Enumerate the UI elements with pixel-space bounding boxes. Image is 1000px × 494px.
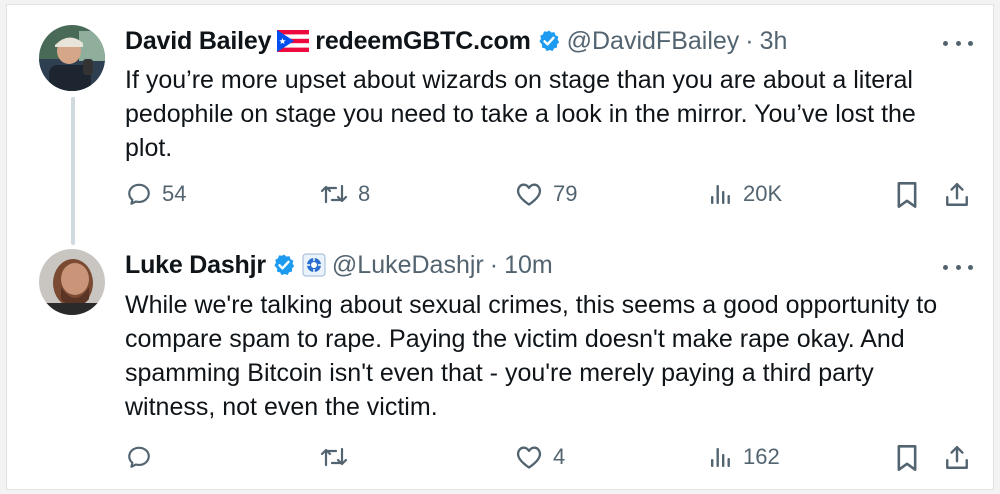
like-count: 79 [553, 181, 578, 206]
affiliate-badge-icon[interactable] [302, 253, 326, 277]
author-handle[interactable]: @DavidFBailey [567, 27, 740, 56]
share-icon [944, 181, 970, 209]
author-name[interactable]: Luke Dashjr [125, 251, 266, 280]
tweet-header: Luke Dashjr @LukeDashjr · 10m [125, 248, 553, 282]
views-button[interactable]: 162 [709, 444, 780, 470]
verified-badge-icon [272, 253, 296, 277]
tweet-thread: David Bailey redeemGBTC.com @DavidFBaile… [6, 4, 994, 490]
reply-count: 54 [162, 181, 187, 206]
bookmark-icon [895, 181, 919, 209]
analytics-icon [709, 444, 733, 470]
tweet-text: While we're talking about sexual crimes,… [125, 291, 938, 421]
avatar[interactable] [39, 249, 105, 315]
share-icon [944, 444, 970, 472]
repost-icon [320, 444, 348, 470]
like-count: 4 [553, 444, 566, 469]
bookmark-button[interactable] [895, 181, 919, 209]
share-button[interactable] [944, 181, 970, 209]
views-button[interactable]: 20K [709, 181, 782, 207]
tweet-text: If you’re more upset about wizards on st… [125, 66, 916, 162]
views-count: 162 [743, 444, 780, 469]
views-count: 20K [743, 181, 783, 206]
reply-button[interactable]: 54 [126, 181, 186, 207]
reply-icon [126, 181, 152, 207]
repost-button[interactable] [320, 444, 358, 470]
heart-icon [515, 444, 543, 470]
bookmark-icon [895, 444, 919, 472]
like-button[interactable]: 4 [515, 444, 565, 470]
repost-icon [320, 181, 348, 207]
author-name[interactable]: David Bailey [125, 27, 271, 56]
puerto-rico-flag-icon [277, 30, 310, 52]
bookmark-button[interactable] [895, 444, 919, 472]
repost-count: 8 [358, 181, 371, 206]
more-options-icon[interactable] [943, 33, 973, 53]
tweet-header: David Bailey redeemGBTC.com @DavidFBaile… [125, 24, 787, 58]
author-handle[interactable]: @LukeDashjr [332, 251, 484, 280]
more-options-icon[interactable] [943, 257, 973, 277]
separator-dot: · [489, 250, 499, 279]
repost-button[interactable]: 8 [320, 181, 370, 207]
timestamp[interactable]: 10m [504, 251, 553, 280]
analytics-icon [709, 181, 733, 207]
timestamp[interactable]: 3h [760, 27, 788, 56]
verified-badge-icon [537, 29, 561, 53]
reply-icon [126, 444, 152, 470]
separator-dot: · [745, 26, 754, 55]
thread-line [71, 97, 75, 245]
avatar[interactable] [39, 25, 105, 91]
author-name-suffix[interactable]: redeemGBTC.com [315, 27, 531, 56]
reply-button[interactable] [126, 444, 162, 470]
heart-icon [515, 181, 543, 207]
like-button[interactable]: 79 [515, 181, 577, 207]
share-button[interactable] [944, 444, 970, 472]
